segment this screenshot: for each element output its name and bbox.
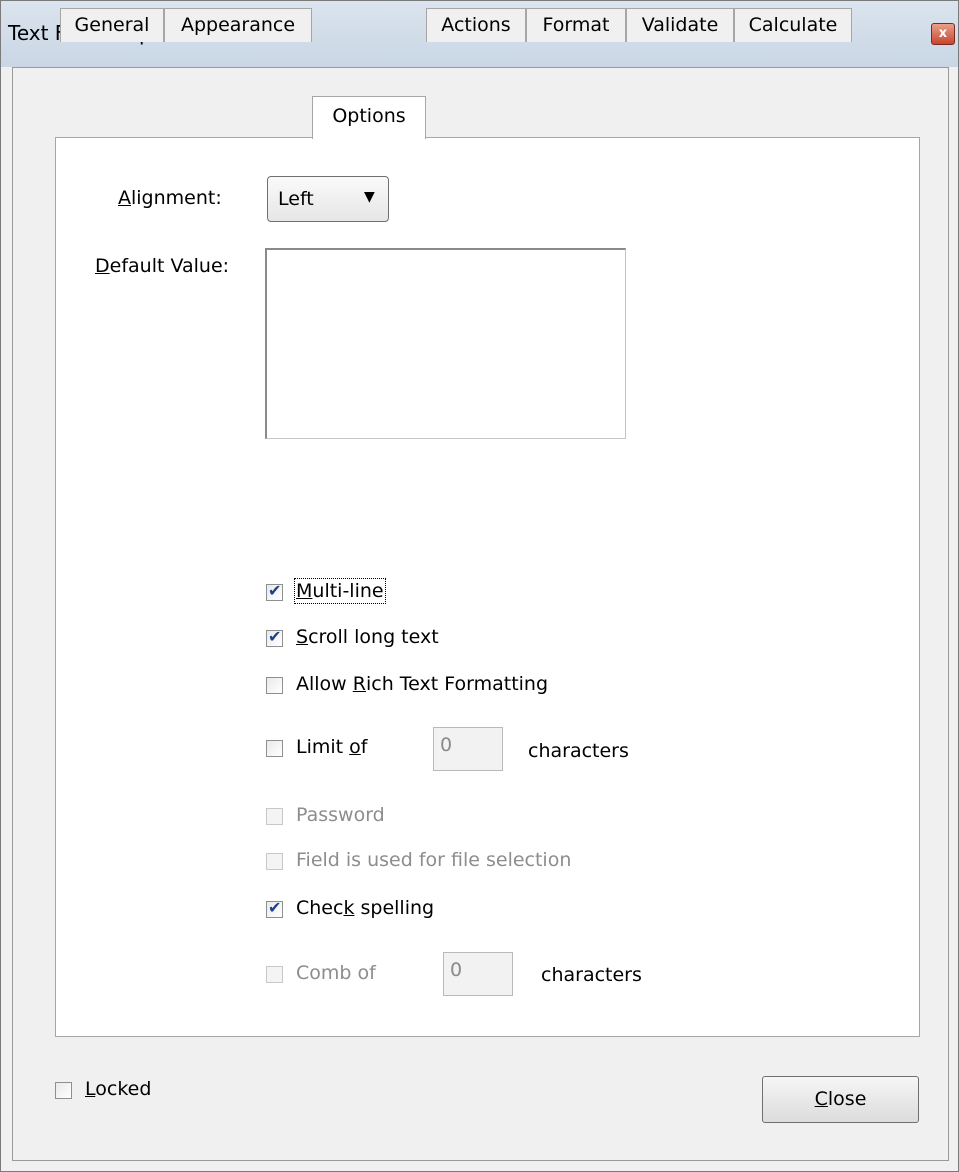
- tab-actions[interactable]: Actions: [426, 8, 526, 42]
- comb-characters-input[interactable]: 0: [443, 952, 513, 996]
- check-spelling-checkbox[interactable]: [266, 898, 283, 918]
- limit-checkbox[interactable]: [266, 740, 283, 757]
- scroll-long-text-checkbox[interactable]: [266, 627, 283, 647]
- password-label: Password: [296, 804, 385, 826]
- limit-characters-input[interactable]: 0: [433, 727, 503, 771]
- multiline-checkbox[interactable]: [266, 581, 283, 601]
- default-value-textarea[interactable]: [265, 248, 626, 439]
- multiline-label: Multi-line: [294, 578, 386, 604]
- limit-characters-suffix: characters: [528, 740, 629, 762]
- file-selection-label: Field is used for file selection: [296, 849, 572, 871]
- file-selection-checkbox[interactable]: [266, 853, 283, 870]
- alignment-label: Alignment:: [118, 187, 222, 209]
- tab-format[interactable]: Format: [526, 8, 626, 42]
- scroll-long-text-label: Scroll long text: [296, 626, 439, 648]
- comb-checkbox[interactable]: [266, 966, 283, 983]
- alignment-dropdown[interactable]: Left ▼: [267, 176, 389, 222]
- check-spelling-label: Check spelling: [296, 897, 435, 919]
- comb-label: Comb of: [296, 962, 376, 984]
- tab-options[interactable]: Options: [312, 96, 426, 139]
- locked-label: Locked: [85, 1078, 152, 1100]
- rich-text-checkbox[interactable]: [266, 677, 283, 694]
- locked-checkbox[interactable]: [55, 1082, 72, 1099]
- limit-label: Limit of: [296, 736, 368, 758]
- password-checkbox[interactable]: [266, 808, 283, 825]
- alignment-value: Left: [278, 188, 314, 210]
- tab-calculate[interactable]: Calculate: [734, 8, 852, 42]
- default-value-label: Default Value:: [95, 255, 230, 277]
- comb-characters-suffix: characters: [541, 964, 642, 986]
- tab-appearance[interactable]: Appearance: [164, 8, 312, 42]
- chevron-down-icon: ▼: [364, 189, 375, 205]
- close-button[interactable]: Close: [762, 1076, 919, 1123]
- rich-text-label: Allow Rich Text Formatting: [296, 673, 549, 695]
- tab-general[interactable]: General: [60, 8, 164, 42]
- close-window-icon[interactable]: x: [931, 23, 955, 45]
- tab-validate[interactable]: Validate: [626, 8, 734, 42]
